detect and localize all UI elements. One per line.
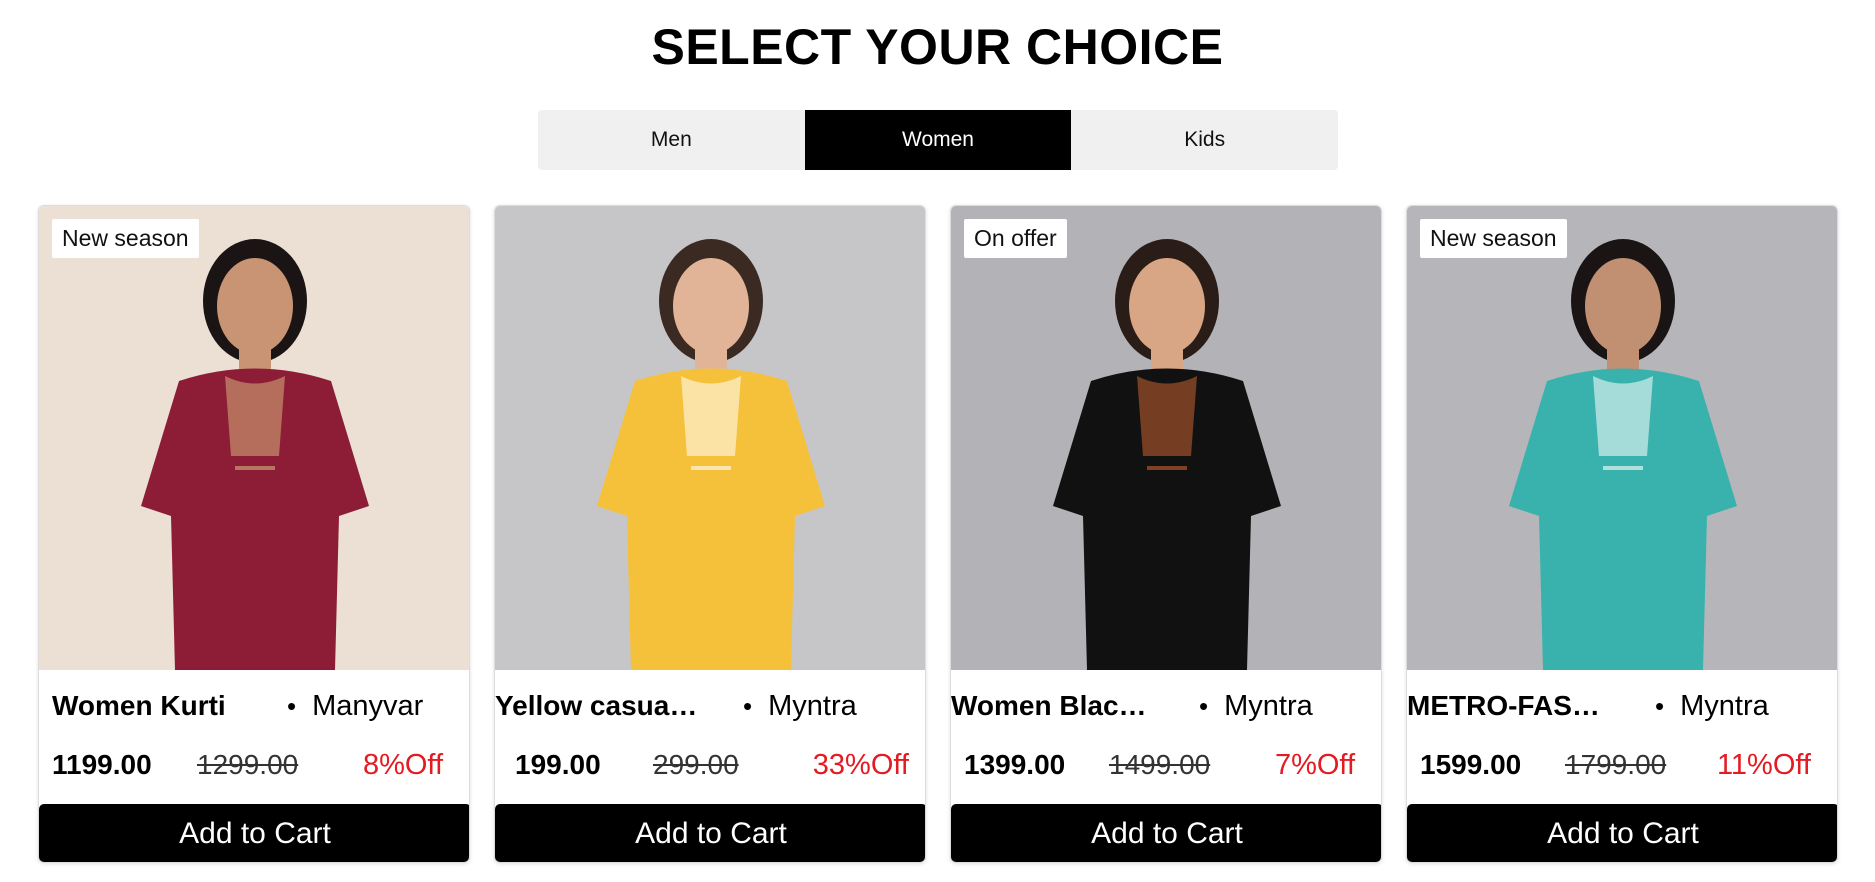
discount-label: 8%Off <box>362 749 443 781</box>
tab-men[interactable]: Men <box>538 110 805 170</box>
product-card[interactable]: On offer Women Black kurti Myntra 1399.0… <box>950 205 1382 863</box>
price: 199.00 <box>515 749 601 780</box>
original-price: 1799.00 <box>1565 749 1667 780</box>
product-image[interactable] <box>951 206 1381 670</box>
brand-name: Myntra <box>1655 690 1769 723</box>
product-card[interactable]: New season Women Kurti Manyvar 1199.00 1… <box>38 205 470 863</box>
status-badge: New season <box>1420 219 1567 258</box>
original-price: 1499.00 <box>1109 749 1211 780</box>
product-name[interactable]: Women Black kurti <box>951 690 1161 722</box>
product-grid: New season Women Kurti Manyvar 1199.00 1… <box>38 205 1838 863</box>
add-to-cart-button[interactable]: Add to Cart <box>951 804 1381 862</box>
product-name[interactable]: Yellow casual kurti <box>495 690 705 722</box>
tab-kids[interactable]: Kids <box>1071 110 1338 170</box>
page-title: SELECT YOUR CHOICE <box>651 19 1224 75</box>
brand-name: Manyvar <box>287 690 423 723</box>
add-to-cart-button[interactable]: Add to Cart <box>1407 804 1837 862</box>
status-badge: New season <box>52 219 199 258</box>
product-image[interactable] <box>1407 206 1837 670</box>
price: 1199.00 <box>52 749 152 780</box>
price: 1599.00 <box>1420 749 1522 780</box>
add-to-cart-button[interactable]: Add to Cart <box>39 804 469 862</box>
brand-name: Myntra <box>1199 690 1313 723</box>
discount-label: 11%Off <box>1716 749 1811 781</box>
brand-name: Myntra <box>743 690 857 723</box>
add-to-cart-button[interactable]: Add to Cart <box>495 804 925 862</box>
original-price: 1299.00 <box>197 749 299 780</box>
product-name[interactable]: METRO-FASHION kurta set <box>1407 690 1617 722</box>
original-price: 299.00 <box>653 749 739 780</box>
category-tabs: Men Women Kids <box>538 110 1338 170</box>
product-image[interactable] <box>39 206 469 670</box>
price: 1399.00 <box>964 749 1066 780</box>
product-card[interactable]: New season METRO-FASHION kurta set Myntr… <box>1406 205 1838 863</box>
status-badge: On offer <box>964 219 1067 258</box>
discount-label: 33%Off <box>812 749 909 781</box>
discount-label: 7%Off <box>1274 749 1355 781</box>
tab-women[interactable]: Women <box>804 110 1072 170</box>
product-image[interactable] <box>495 206 925 670</box>
product-name[interactable]: Women Kurti <box>52 690 262 722</box>
product-card[interactable]: Yellow casual kurti Myntra 199.00 299.00… <box>494 205 926 863</box>
